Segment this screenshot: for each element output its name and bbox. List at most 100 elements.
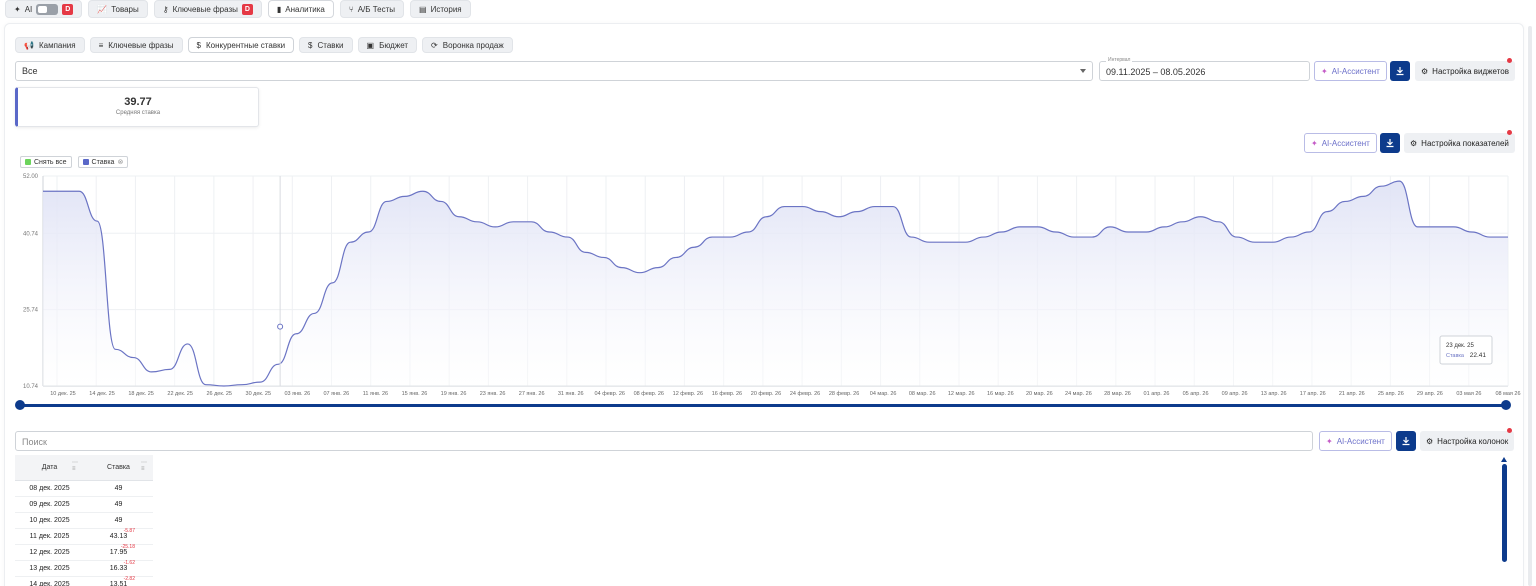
cell-bid: 13.51 -2.82 xyxy=(84,576,153,586)
ai-toggle[interactable] xyxy=(36,3,59,15)
widgets-settings-button[interactable]: ⚙ Настройка виджетов xyxy=(1415,61,1515,81)
cell-date: 13 дек. 2025 xyxy=(29,565,70,572)
download-button-widgets[interactable] xyxy=(1390,61,1410,81)
download-button-chart[interactable] xyxy=(1380,133,1400,153)
table-row[interactable]: 08 дек. 2025 49 xyxy=(15,481,153,497)
sparkle-icon: ✦ xyxy=(14,4,21,14)
metrics-settings-label: Настройка показателей xyxy=(1421,138,1509,148)
dollar-icon: $ xyxy=(308,40,313,50)
tab-analytics-label: Аналитика xyxy=(285,4,325,14)
x-tick-label: 18 дек. 25 xyxy=(128,391,154,397)
close-circle-icon[interactable]: ⊗ xyxy=(117,158,123,166)
tab-ai-label: AI xyxy=(24,4,33,14)
tab-ab-tests[interactable]: ⑂ А/Б Тесты xyxy=(339,0,405,18)
table-scrollbar[interactable] xyxy=(1502,464,1507,562)
tab-keywords[interactable]: ⚷ Ключевые фразы D xyxy=(153,0,262,18)
table-row[interactable]: 10 дек. 2025 49 xyxy=(15,513,153,529)
ai-assistant-button-widgets[interactable]: ✦ AI-Ассистент xyxy=(1314,61,1387,81)
x-tick-label: 21 апр. 26 xyxy=(1339,391,1365,397)
table-row[interactable]: 13 дек. 2025 16.33 -1.62 xyxy=(15,560,153,577)
table-row[interactable]: 14 дек. 2025 13.51 -2.82 xyxy=(15,576,153,586)
y-tick-label: 40.74 xyxy=(23,231,39,237)
ai-assistant-button-table[interactable]: ✦ AI-Ассистент xyxy=(1319,431,1392,451)
range-slider-end-handle[interactable] xyxy=(1501,400,1511,410)
x-tick-label: 07 янв. 26 xyxy=(323,391,349,397)
cell-bid-delta: -25.18 xyxy=(120,544,135,550)
bid-chart[interactable]: 52.00 40.74 25.74 10.74 10 дек. 25 14 дек. 25… xyxy=(0,170,1536,400)
cell-bid: 43.13 -5.87 xyxy=(84,528,153,544)
x-tick-label: 17 апр. 26 xyxy=(1300,391,1326,397)
columns-settings-button[interactable]: ⚙ Настройка колонок xyxy=(1420,431,1515,451)
x-tick-label: 04 мар. 26 xyxy=(870,391,897,397)
x-tick-label: 01 апр. 26 xyxy=(1144,391,1170,397)
search-input[interactable]: Поиск xyxy=(15,431,1313,451)
x-tick-label: 08 мая 26 xyxy=(1495,391,1520,397)
subtab-label: Воронка продаж xyxy=(442,40,504,50)
x-tick-label: 28 мар. 26 xyxy=(1104,391,1131,397)
x-tick-label: 28 февр. 26 xyxy=(829,391,859,397)
range-slider-track[interactable] xyxy=(20,404,1506,407)
subtab-competitor-bids[interactable]: $ Конкурентные ставки xyxy=(187,37,295,53)
ab-test-icon: ⑂ xyxy=(348,4,354,14)
tab-analytics[interactable]: ▮ Аналитика xyxy=(267,0,334,18)
subtab-label: Ключевые фразы xyxy=(108,40,174,50)
legend-series-bid[interactable]: Ставка ⊗ xyxy=(77,156,129,168)
x-tick-label: 08 февр. 26 xyxy=(634,391,664,397)
ai-assistant-button-chart[interactable]: ✦ AI-Ассистент xyxy=(1304,133,1377,153)
tab-history[interactable]: ▤ История xyxy=(410,0,471,18)
download-icon xyxy=(1396,67,1404,76)
cell-bid: 49 xyxy=(84,497,153,512)
gear-icon: ⚙ xyxy=(1421,66,1429,76)
gear-icon: ⚙ xyxy=(1426,436,1434,446)
cell-bid-value: 43.13 xyxy=(109,533,128,540)
subtab-bids[interactable]: $ Ставки xyxy=(299,37,353,53)
dollar-icon: $ xyxy=(196,40,201,50)
table-row[interactable]: 09 дек. 2025 49 xyxy=(15,497,153,513)
metrics-settings-button[interactable]: ⚙ Настройка показателей xyxy=(1404,133,1515,153)
tooltip-date: 23 дек. 25 xyxy=(1446,343,1474,349)
scroll-up-arrow-icon[interactable] xyxy=(1501,457,1507,462)
campaign-select[interactable]: Все xyxy=(15,61,1093,81)
download-button-table[interactable] xyxy=(1396,431,1416,451)
legend-clear-all[interactable]: Снять все xyxy=(20,156,72,168)
cell-bid-value: 49 xyxy=(114,517,123,524)
cell-bid-delta: -2.82 xyxy=(123,576,135,582)
gear-icon: ⚙ xyxy=(1410,138,1418,148)
table-row[interactable]: 11 дек. 2025 43.13 -5.87 xyxy=(15,528,153,545)
cell-bid-value: 17.95 xyxy=(109,549,128,556)
chevron-down-icon xyxy=(1080,69,1086,73)
x-tick-label: 08 мар. 26 xyxy=(909,391,936,397)
x-tick-label: 11 янв. 26 xyxy=(363,391,388,397)
chart-legend: Снять все Ставка ⊗ xyxy=(20,156,129,168)
date-range-input[interactable]: Интервал 09.11.2025 – 08.05.2026 xyxy=(1099,57,1310,81)
ai-badge: D xyxy=(62,3,74,15)
date-range-value: 09.11.2025 – 08.05.2026 xyxy=(1106,67,1206,77)
tab-ai[interactable]: ✦ AI D xyxy=(5,0,83,18)
x-tick-label: 03 мая 26 xyxy=(1456,391,1481,397)
top-tabs: ✦ AI D 📈 Товары ⚷ Ключевые фразы D ▮ Ана… xyxy=(0,0,471,19)
tab-products[interactable]: 📈 Товары xyxy=(88,0,148,18)
table-row[interactable]: 12 дек. 2025 17.95 -25.18 xyxy=(15,544,153,561)
cell-bid-delta: -1.62 xyxy=(123,560,135,566)
subtab-keywords[interactable]: ≡ Ключевые фразы xyxy=(89,37,183,53)
x-tick-label: 30 дек. 25 xyxy=(246,391,272,397)
column-header-bid[interactable]: Ставка ⋯ ≡ xyxy=(84,455,153,480)
column-menu-icon[interactable]: ⋯ ≡ xyxy=(72,460,78,472)
x-tick-label: 14 дек. 25 xyxy=(89,391,115,397)
column-header-label: Ставка xyxy=(107,464,130,471)
column-menu-icon[interactable]: ⋯ ≡ xyxy=(141,460,147,472)
subtab-campaign[interactable]: 📢 Кампания xyxy=(15,37,85,53)
column-header-date[interactable]: Дата ⋯ ≡ xyxy=(15,455,84,480)
subtab-label: Конкурентные ставки xyxy=(205,40,286,50)
tab-keywords-label: Ключевые фразы xyxy=(172,4,238,14)
x-tick-label: 15 янв. 26 xyxy=(402,391,428,397)
x-tick-label: 24 февр. 26 xyxy=(790,391,820,397)
chart-line-icon: 📈 xyxy=(97,4,108,14)
subtab-funnel[interactable]: ⟳ Воронка продаж xyxy=(422,37,513,53)
x-tick-label: 04 февр. 26 xyxy=(595,391,625,397)
x-tick-label: 09 апр. 26 xyxy=(1222,391,1248,397)
subtab-budget[interactable]: ▣ Бюджет xyxy=(357,37,418,53)
range-slider-start-handle[interactable] xyxy=(15,400,25,410)
x-tick-label: 20 мар. 26 xyxy=(1026,391,1053,397)
y-tick-label: 25.74 xyxy=(23,308,39,314)
